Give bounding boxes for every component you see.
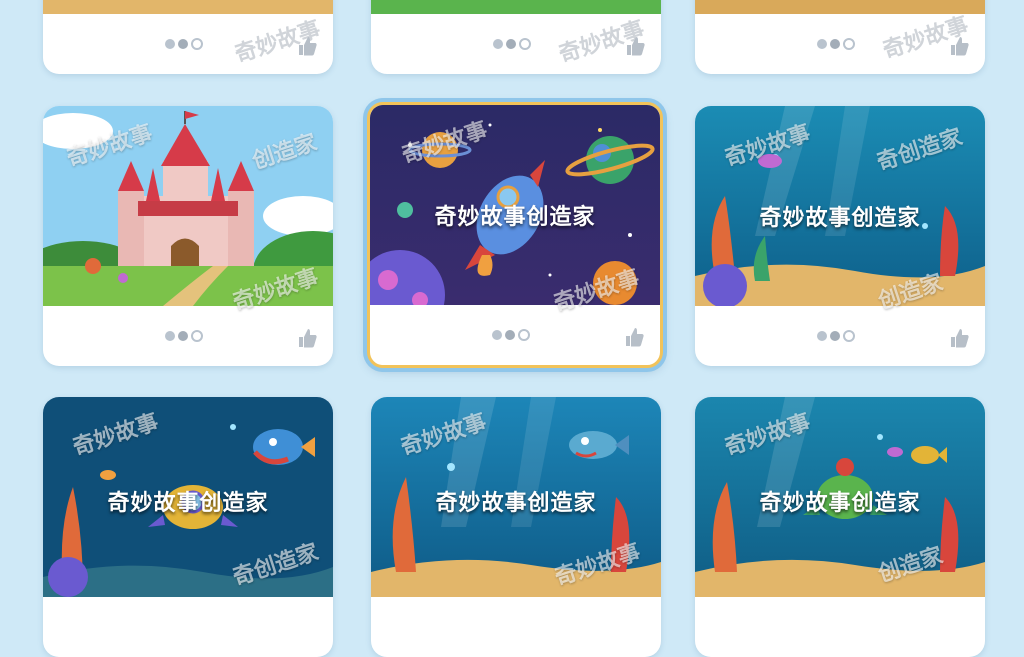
page-dot xyxy=(492,330,502,340)
thumbs-up-icon[interactable] xyxy=(624,327,644,347)
page-indicator xyxy=(493,38,531,50)
thumbs-up-icon[interactable] xyxy=(625,36,645,56)
card-footer xyxy=(370,305,660,365)
story-card-ocean-turtle[interactable]: 奇妙故事 奇妙故事创造家 创造家 xyxy=(695,397,985,657)
card-footer xyxy=(43,306,333,366)
card-footer: 奇妙故事 xyxy=(695,13,985,74)
card-footer: 奇妙故事 xyxy=(43,14,333,74)
story-card-ocean[interactable]: 奇妙故事 奇创造家 创造家 奇妙故事创造家 xyxy=(695,106,985,366)
card-footer: 奇妙故事 xyxy=(371,14,661,74)
page-dot xyxy=(165,39,175,49)
page-dot xyxy=(191,38,203,50)
page-dot xyxy=(506,39,516,49)
card-title: 奇妙故事创造家 xyxy=(759,206,921,231)
page-indicator xyxy=(165,38,203,50)
page-dot xyxy=(830,39,840,49)
thumbs-up-icon[interactable] xyxy=(949,328,969,348)
story-card-space[interactable]: 奇妙故事 奇妙故事 奇妙故事创造家 xyxy=(367,102,663,368)
page-dot xyxy=(178,39,188,49)
page-dot xyxy=(843,38,855,50)
page-indicator xyxy=(165,330,203,342)
card-title: 奇妙故事创造家 xyxy=(107,491,269,516)
story-thumbnail xyxy=(371,0,661,14)
page-indicator xyxy=(817,330,855,342)
card-title: 奇妙故事创造家 xyxy=(435,491,597,516)
page-dot xyxy=(165,331,175,341)
page-dot xyxy=(191,330,203,342)
page-dot xyxy=(817,331,827,341)
page-dot xyxy=(817,39,827,49)
card-footer xyxy=(695,306,985,366)
story-thumbnail xyxy=(695,0,985,14)
thumbs-up-icon[interactable] xyxy=(949,36,969,56)
page-dot xyxy=(178,331,188,341)
page-dot xyxy=(843,330,855,342)
page-dot xyxy=(518,329,530,341)
story-card-1[interactable]: 奇妙故事 xyxy=(43,0,333,74)
story-thumbnail xyxy=(43,0,333,14)
page-dot xyxy=(830,331,840,341)
story-card-castle[interactable]: 奇妙故事 创造家 奇妙故事 xyxy=(43,106,333,366)
story-card-submarine[interactable]: 奇妙故事 奇妙故事创造家 奇创造家 xyxy=(43,397,333,657)
page-indicator xyxy=(492,329,530,341)
card-title: 奇妙故事创造家 xyxy=(434,205,596,230)
thumbs-up-icon[interactable] xyxy=(297,36,317,56)
thumbs-up-icon[interactable] xyxy=(297,328,317,348)
story-card-ocean-fish[interactable]: 奇妙故事 奇妙故事创造家 奇妙故事 xyxy=(371,397,661,657)
page-dot xyxy=(519,38,531,50)
page-dot xyxy=(493,39,503,49)
page-dot xyxy=(505,330,515,340)
page-indicator xyxy=(817,38,855,50)
story-card-3[interactable]: 奇妙故事 xyxy=(695,0,985,74)
card-title: 奇妙故事创造家 xyxy=(759,491,921,516)
story-card-2[interactable]: 奇妙故事 xyxy=(371,0,661,74)
